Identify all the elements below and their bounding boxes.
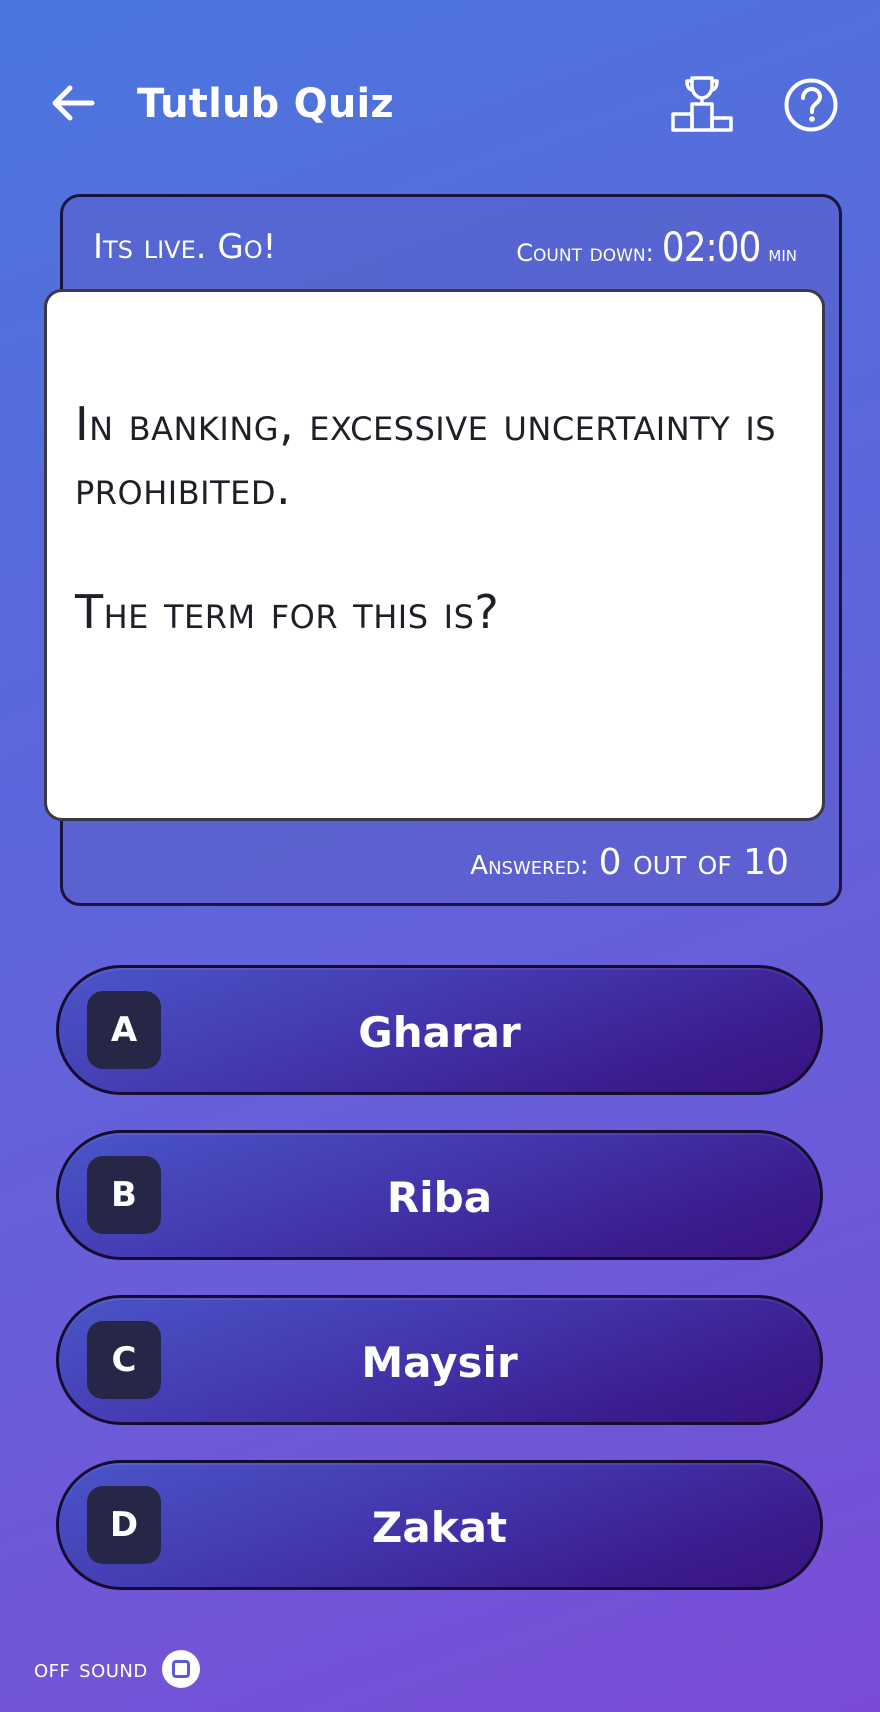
sound-switch-icon[interactable] (161, 1650, 200, 1688)
question-text: In banking, excessive uncertainty is pro… (75, 397, 777, 515)
answer-option-a[interactable]: A Gharar (56, 965, 823, 1095)
podium-trophy-icon (671, 76, 733, 132)
countdown-unit: min (768, 242, 797, 267)
answer-option-d[interactable]: D Zakat (56, 1460, 823, 1590)
sound-label: off sound (34, 1654, 148, 1684)
answered-progress: Answered: 0 out of 10 (470, 842, 789, 883)
back-button[interactable] (48, 78, 98, 128)
option-label: Maysir (361, 1337, 518, 1387)
arrow-left-icon (52, 85, 95, 121)
answered-label: Answered: (470, 851, 589, 881)
answered-value: 0 out of 10 (598, 842, 789, 883)
question-card: In banking, excessive uncertainty is pro… (44, 289, 825, 821)
option-label: Gharar (358, 1007, 521, 1057)
sound-toggle[interactable]: off sound (34, 1650, 200, 1688)
question-circle-icon (784, 78, 838, 132)
leaderboard-button[interactable] (670, 74, 734, 134)
option-label: Riba (386, 1172, 493, 1222)
answer-option-c[interactable]: C Maysir (56, 1295, 823, 1425)
option-label: Zakat (371, 1502, 508, 1552)
question-prompt: The term for this is? (75, 585, 500, 639)
live-status: Its live. Go! (93, 227, 277, 267)
answer-option-b[interactable]: B Riba (56, 1130, 823, 1260)
stop-square-icon (171, 1660, 190, 1678)
countdown-label: Count down: (516, 239, 654, 267)
countdown-value: 02:00 (661, 225, 762, 271)
app-header: Tutlub Quiz (0, 0, 880, 210)
countdown-timer: Count down: 02:00 min (516, 225, 797, 271)
page-title: Tutlub Quiz (137, 81, 394, 127)
help-button[interactable] (783, 77, 839, 133)
